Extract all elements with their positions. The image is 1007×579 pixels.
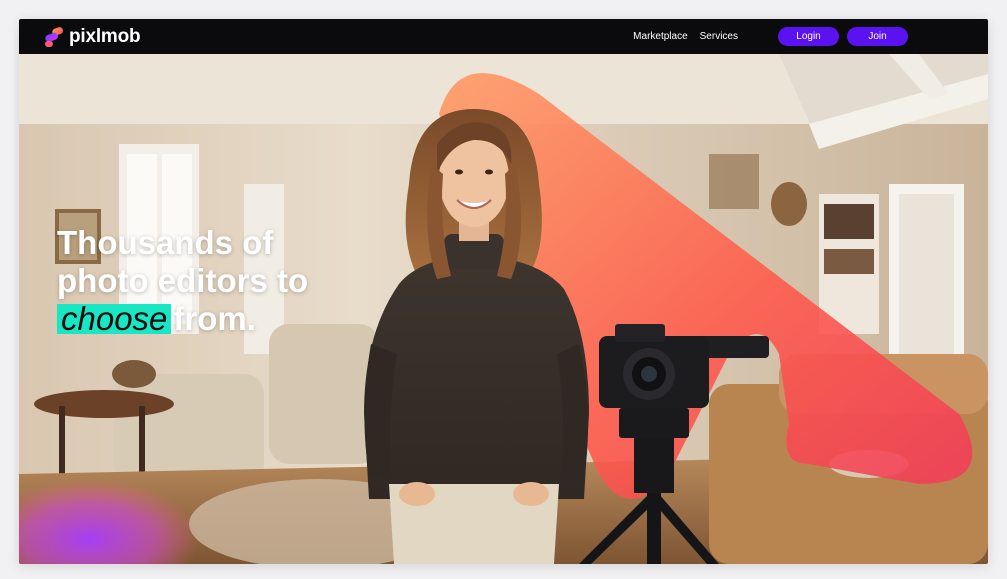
hero-headline: Thousands of photo editors to choose from… — [57, 224, 308, 338]
headline-line-2: photo editors to — [57, 262, 309, 299]
pixlmob-logo-icon — [45, 26, 64, 47]
headline-line-1: Thousands of — [57, 224, 274, 261]
login-button[interactable]: Login — [778, 27, 839, 46]
headline-line-3: choose from. — [57, 300, 308, 338]
nav-link-services[interactable]: Services — [700, 31, 738, 42]
brand-name: pixlmob — [69, 25, 141, 47]
main-nav: Marketplace Services Login Join — [633, 27, 908, 46]
top-nav: pixlmob Marketplace Services Login Join — [19, 19, 988, 54]
headline-end: from. — [173, 300, 256, 337]
nav-link-marketplace[interactable]: Marketplace — [633, 31, 687, 42]
hero-section: Thousands of photo editors to choose from… — [19, 54, 988, 564]
page-frame: pixlmob Marketplace Services Login Join — [19, 19, 988, 564]
headline-highlight: choose — [57, 302, 172, 335]
join-button[interactable]: Join — [847, 27, 908, 46]
brand-logo[interactable]: pixlmob — [43, 19, 141, 54]
